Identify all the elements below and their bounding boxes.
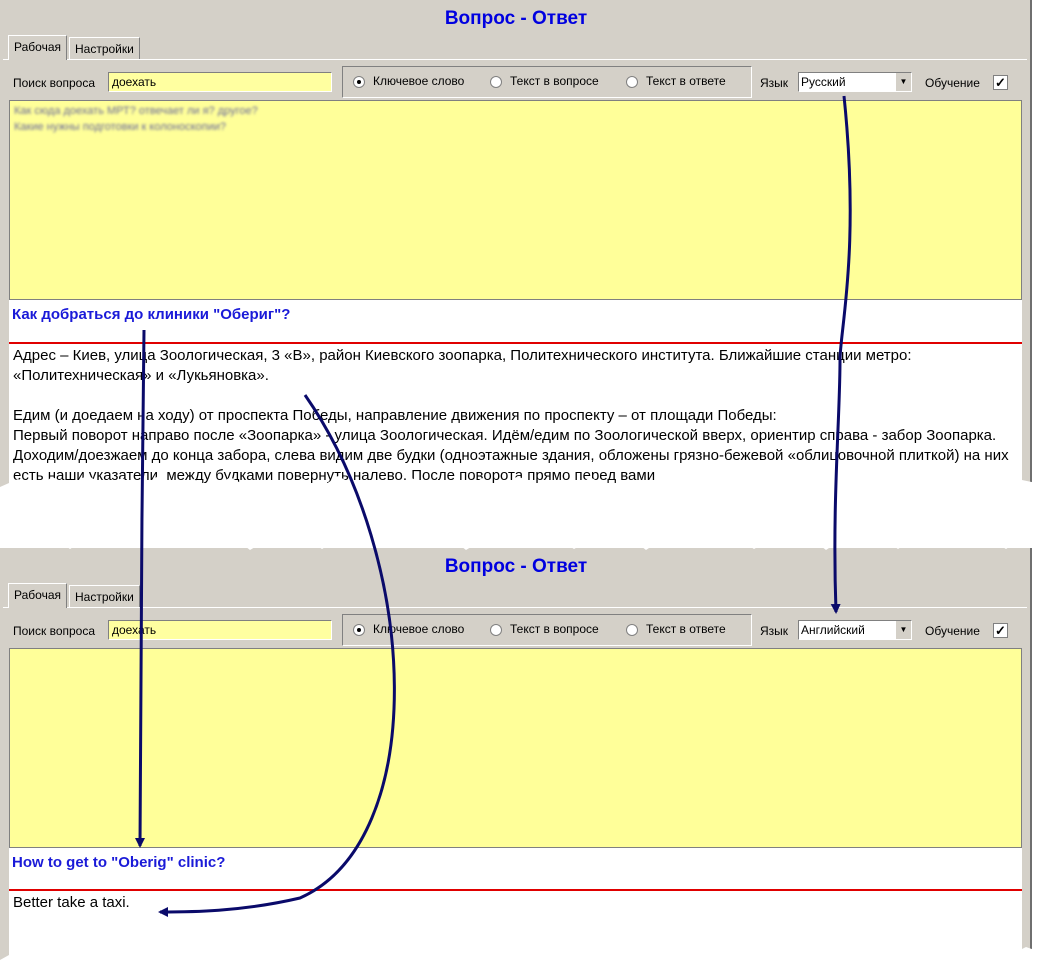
list-item[interactable]: Какие нужны подготовки к колоноскопии? — [14, 121, 226, 133]
answer-paragraph: Адрес – Киев, улица Зоологическая, 3 «В»… — [13, 347, 912, 384]
results-list[interactable] — [9, 648, 1022, 848]
question-heading: Как добраться до клиники "Обериг"? — [9, 300, 1022, 343]
chevron-down-icon[interactable]: ▼ — [895, 621, 911, 639]
torn-edge-bottom — [0, 946, 1046, 978]
window-title: Вопрос - Ответ — [444, 556, 588, 577]
tab-divider — [3, 607, 1027, 608]
torn-edge-shape — [0, 946, 1046, 978]
learning-checkbox[interactable]: ✓ — [993, 75, 1008, 90]
radio-keyword[interactable] — [353, 76, 365, 88]
tab-settings[interactable]: Настройки — [69, 37, 140, 59]
checkmark-icon: ✓ — [995, 75, 1006, 90]
tab-working[interactable]: Рабочая — [8, 35, 67, 60]
radio-keyword-label[interactable]: Ключевое слово — [373, 622, 464, 636]
tab-settings[interactable]: Настройки — [69, 585, 140, 607]
radio-question-text[interactable] — [490, 624, 502, 636]
tab-divider — [3, 59, 1027, 60]
radio-question-text-label[interactable]: Текст в вопросе — [510, 622, 599, 636]
search-label: Поиск вопроса — [13, 624, 96, 638]
radio-answer-text-label[interactable]: Текст в ответе — [646, 622, 726, 636]
language-select[interactable]: Русский ▼ — [798, 72, 912, 92]
radio-answer-text-label[interactable]: Текст в ответе — [646, 74, 726, 88]
checkmark-icon: ✓ — [995, 623, 1006, 638]
language-value: Русский — [801, 75, 846, 89]
search-mode-group: Ключевое слово Текст в вопросе Текст в о… — [342, 66, 752, 98]
answer-paragraph: Better take a taxi. — [13, 894, 130, 911]
question-heading: How to get to "Oberig" clinic? — [9, 848, 1022, 891]
radio-keyword-label[interactable]: Ключевое слово — [373, 74, 464, 88]
learning-checkbox[interactable]: ✓ — [993, 623, 1008, 638]
radio-answer-text[interactable] — [626, 624, 638, 636]
chevron-down-icon[interactable]: ▼ — [895, 73, 911, 91]
search-label: Поиск вопроса — [13, 76, 96, 90]
radio-answer-text[interactable] — [626, 76, 638, 88]
window-title: Вопрос - Ответ — [444, 8, 588, 29]
radio-keyword[interactable] — [353, 624, 365, 636]
language-select[interactable]: Английский ▼ — [798, 620, 912, 640]
search-input[interactable]: доехать — [108, 72, 332, 92]
search-input[interactable]: доехать — [108, 620, 332, 640]
tab-working[interactable]: Рабочая — [8, 583, 67, 608]
language-value: Английский — [801, 623, 865, 637]
language-label: Язык — [760, 76, 789, 90]
search-mode-group: Ключевое слово Текст в вопросе Текст в о… — [342, 614, 752, 646]
learning-label: Обучение — [925, 76, 980, 90]
app-window-english: Вопрос - Ответ Рабочая Настройки Поиск в… — [0, 548, 1032, 971]
app-window-russian: Вопрос - Ответ Рабочая Настройки Поиск в… — [0, 0, 1032, 490]
list-item[interactable]: Как сюда доехать МРТ? отвечает ли я? дру… — [14, 105, 258, 117]
radio-question-text-label[interactable]: Текст в вопросе — [510, 74, 599, 88]
radio-question-text[interactable] — [490, 76, 502, 88]
torn-edge-gap — [0, 475, 1046, 550]
torn-edge-shape — [0, 475, 1046, 550]
results-list[interactable]: Как сюда доехать МРТ? отвечает ли я? дру… — [9, 100, 1022, 300]
language-label: Язык — [760, 624, 789, 638]
learning-label: Обучение — [925, 624, 980, 638]
